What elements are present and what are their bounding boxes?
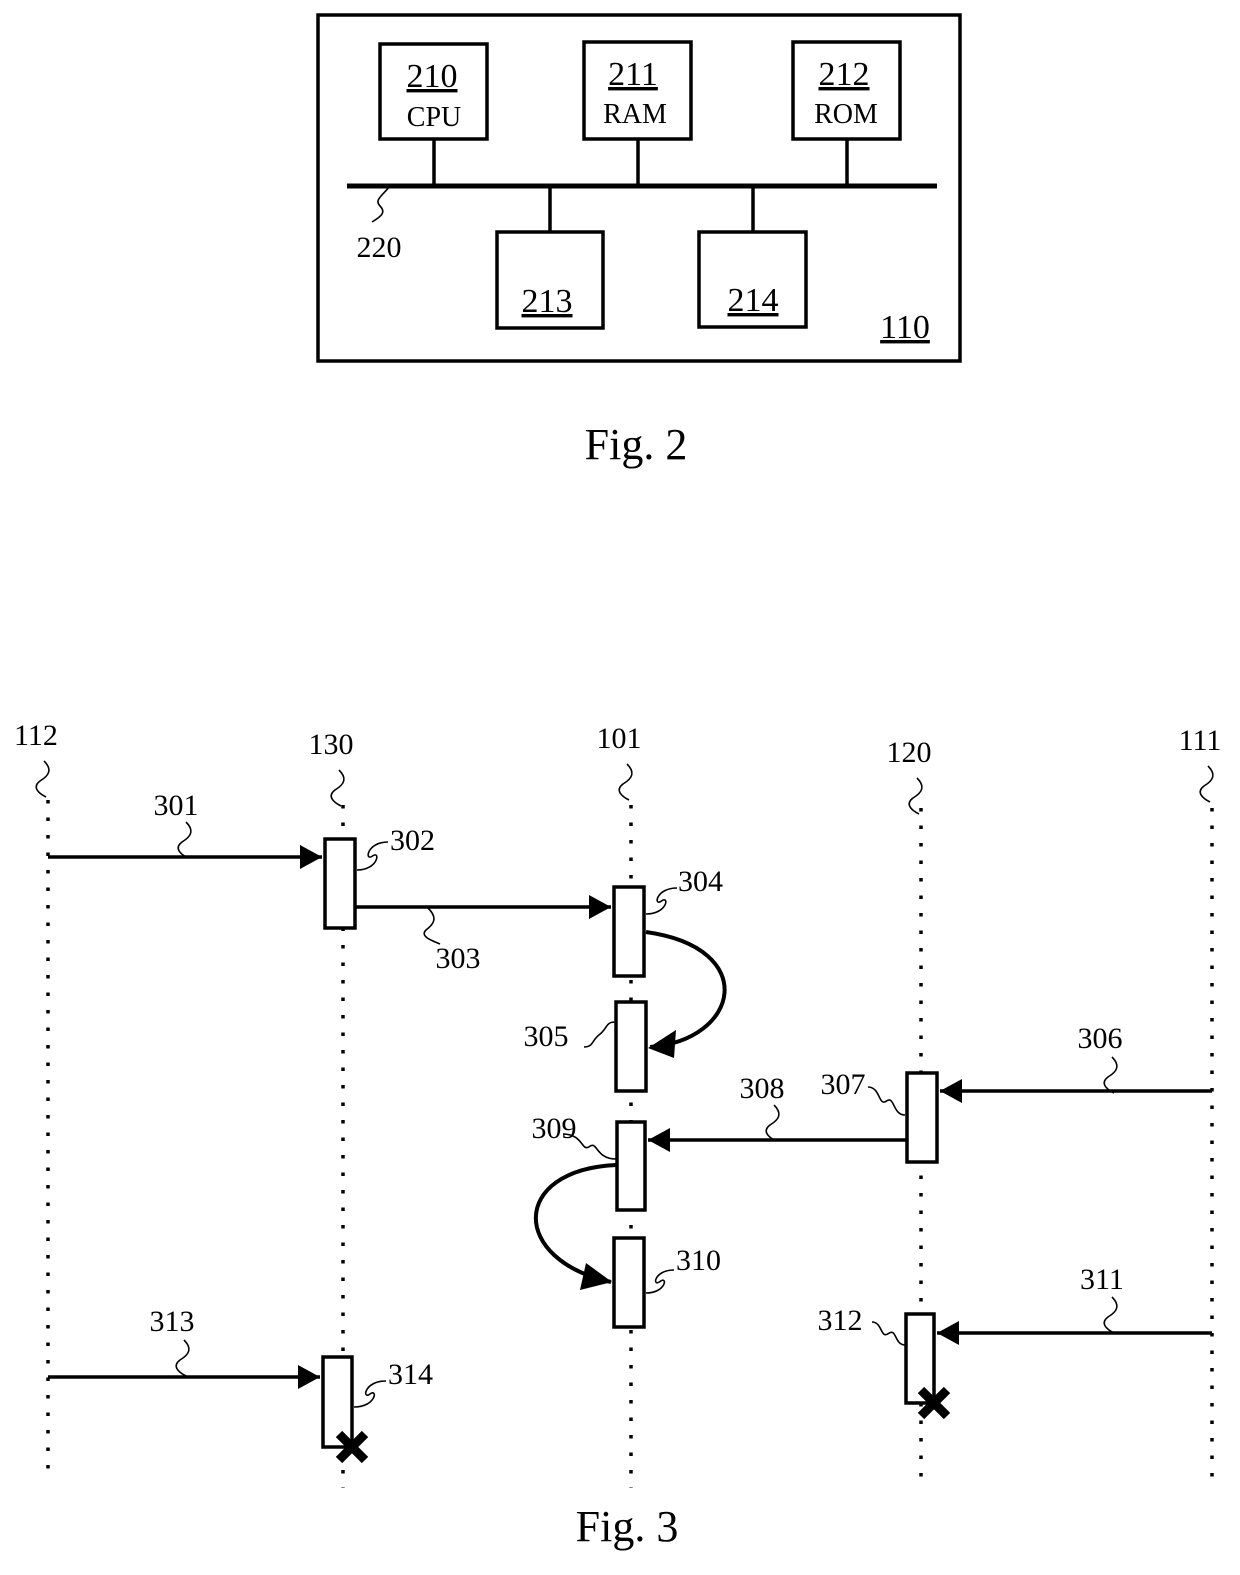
activation-ref-302: 302 (390, 824, 435, 857)
activation-ref-305: 305 (524, 1020, 569, 1053)
bus-ref-220: 220 (357, 231, 402, 264)
activation-leader-312 (871, 1321, 906, 1346)
self-message-arrow-309-310 (533, 1163, 617, 1284)
rom-label: ROM (814, 99, 878, 130)
lifeline-leader-101 (618, 763, 633, 801)
component-213-ref: 213 (522, 283, 573, 320)
message-arrow-308-leader (765, 1104, 780, 1142)
message-arrow-311-head-icon (937, 1321, 959, 1345)
lifeline-ref-130: 130 (309, 728, 354, 761)
ram-label: RAM (603, 99, 667, 130)
cpu-label: CPU (407, 102, 461, 133)
lifeline-leader-130 (330, 769, 345, 807)
computer-ref-110: 110 (880, 309, 930, 346)
bus-leader-squiggle (371, 185, 391, 223)
message-ref-313: 313 (150, 1305, 195, 1338)
activation-box-302 (323, 837, 357, 930)
component-rom: 212 ROM (791, 40, 902, 186)
cpu-ref: 210 (407, 58, 458, 95)
lifeline-ref-112: 112 (14, 719, 58, 752)
self-message-arrow-309-310-head-icon (580, 1263, 612, 1290)
activation-ref-307: 307 (821, 1068, 866, 1101)
message-ref-311: 311 (1080, 1263, 1124, 1296)
activation-box-312 (904, 1312, 936, 1405)
activation-box-305 (614, 1000, 648, 1093)
message-ref-308: 308 (740, 1072, 785, 1105)
activation-box-304 (612, 885, 646, 978)
activation-leader-314 (353, 1380, 387, 1408)
message-arrow-301-leader (177, 821, 192, 859)
component-214-ref: 214 (728, 282, 779, 319)
activation-box-307 (905, 1071, 939, 1164)
activation-ref-314: 314 (388, 1358, 433, 1391)
message-arrow-313-head-icon (298, 1365, 320, 1389)
lifeline-ref-111: 111 (1179, 724, 1222, 757)
activation-leader-307 (867, 1086, 906, 1116)
message-arrow-306-head-icon (940, 1079, 962, 1103)
message-arrow-313-leader (175, 1339, 190, 1377)
ram-ref: 211 (608, 56, 658, 93)
activation-ref-310: 310 (676, 1244, 721, 1277)
activation-box-314 (321, 1355, 354, 1449)
rom-ref: 212 (819, 56, 870, 93)
message-ref-303: 303 (436, 942, 481, 975)
activation-ref-304: 304 (678, 865, 723, 898)
lifeline-ref-120: 120 (887, 736, 932, 769)
component-cpu: 210 CPU (378, 42, 489, 186)
patent-figures-canvas: 110 220 210 CPU 211 RAM 212 ROM 213 214 … (14, 13, 1221, 1551)
self-message-arrow-304-305-head-icon (648, 1030, 676, 1058)
lifeline-ref-101: 101 (597, 722, 642, 755)
activation-leader-302 (356, 841, 389, 871)
figure-2-caption: Fig. 2 (585, 420, 688, 469)
activation-box-310 (612, 1236, 646, 1329)
component-214: 214 (697, 186, 808, 329)
figure-2: 110 220 210 CPU 211 RAM 212 ROM 213 214 … (316, 13, 962, 469)
figure-3-caption: Fig. 3 (576, 1502, 679, 1551)
activation-box-309 (615, 1120, 647, 1212)
message-arrow-303-leader (423, 907, 441, 945)
activation-ref-309: 309 (532, 1112, 577, 1145)
message-arrow-303-head-icon (589, 895, 611, 919)
message-ref-306: 306 (1078, 1022, 1123, 1055)
lifeline-leader-112 (35, 760, 50, 798)
component-ram: 211 RAM (582, 40, 693, 186)
activation-leader-310 (645, 1269, 675, 1294)
message-ref-301: 301 (154, 789, 199, 822)
self-message-arrow-304-305 (645, 930, 727, 1049)
component-213: 213 (495, 186, 605, 330)
lifeline-leader-111 (1199, 765, 1214, 803)
figure-3-sequence-diagram: Fig. 3 112 130 101 120 111 302 304 305 307 309 310… (14, 719, 1221, 1551)
activation-leader-305 (583, 1021, 616, 1048)
activation-ref-312: 312 (818, 1304, 863, 1337)
message-arrow-311-leader (1103, 1296, 1118, 1334)
message-arrow-308-head-icon (648, 1128, 670, 1152)
message-arrow-301-head-icon (300, 845, 322, 869)
activation-leader-304 (645, 887, 678, 915)
message-arrow-306-leader (1103, 1056, 1118, 1094)
